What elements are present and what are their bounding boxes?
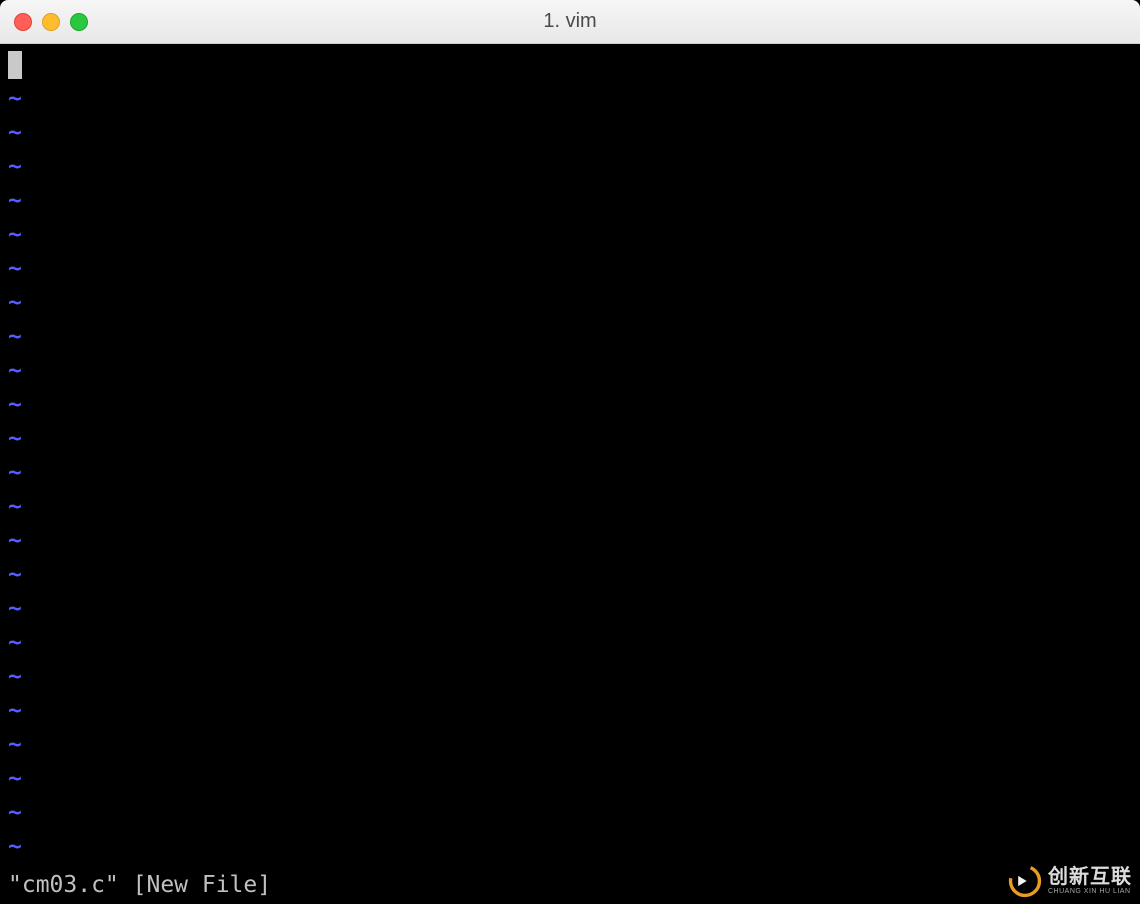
window-title: 1. vim xyxy=(543,10,596,33)
empty-line-tilde: ~ xyxy=(8,558,1132,592)
status-line: "cm03.c" [New File] xyxy=(8,868,1132,904)
empty-line-tilde: ~ xyxy=(8,762,1132,796)
watermark-sub-text: CHUANG XIN HU LIAN xyxy=(1048,888,1132,895)
empty-line-tilde: ~ xyxy=(8,660,1132,694)
empty-line-tilde: ~ xyxy=(8,150,1132,184)
cursor-line[interactable] xyxy=(8,48,1132,82)
watermark: 创新互联 CHUANG XIN HU LIAN xyxy=(1008,864,1132,898)
empty-line-tilde: ~ xyxy=(8,388,1132,422)
close-button[interactable] xyxy=(14,13,32,31)
empty-line-tilde: ~ xyxy=(8,796,1132,830)
minimize-button[interactable] xyxy=(42,13,60,31)
empty-line-tilde: ~ xyxy=(8,116,1132,150)
empty-line-tilde: ~ xyxy=(8,218,1132,252)
empty-line-tilde: ~ xyxy=(8,592,1132,626)
watermark-logo-icon xyxy=(1008,864,1042,898)
empty-line-tilde: ~ xyxy=(8,830,1132,864)
empty-line-tilde: ~ xyxy=(8,82,1132,116)
watermark-main-text: 创新互联 xyxy=(1048,867,1132,887)
empty-line-tilde: ~ xyxy=(8,694,1132,728)
terminal-window: 1. vim ~~~~~~~~~~~~~~~~~~~~~~~ "cm03.c" … xyxy=(0,0,1140,904)
empty-line-tilde: ~ xyxy=(8,252,1132,286)
empty-line-tilde: ~ xyxy=(8,354,1132,388)
empty-line-tilde: ~ xyxy=(8,320,1132,354)
empty-line-tilde: ~ xyxy=(8,456,1132,490)
titlebar[interactable]: 1. vim xyxy=(0,0,1140,44)
traffic-lights xyxy=(14,13,88,31)
empty-line-tilde: ~ xyxy=(8,626,1132,660)
editor-area[interactable]: ~~~~~~~~~~~~~~~~~~~~~~~ xyxy=(8,48,1132,868)
maximize-button[interactable] xyxy=(70,13,88,31)
empty-line-tilde: ~ xyxy=(8,422,1132,456)
empty-line-tilde: ~ xyxy=(8,524,1132,558)
empty-line-tilde: ~ xyxy=(8,286,1132,320)
cursor xyxy=(8,51,22,79)
watermark-text: 创新互联 CHUANG XIN HU LIAN xyxy=(1048,867,1132,895)
empty-line-tilde: ~ xyxy=(8,184,1132,218)
terminal-body[interactable]: ~~~~~~~~~~~~~~~~~~~~~~~ "cm03.c" [New Fi… xyxy=(0,44,1140,904)
empty-line-tilde: ~ xyxy=(8,490,1132,524)
empty-line-tilde: ~ xyxy=(8,728,1132,762)
